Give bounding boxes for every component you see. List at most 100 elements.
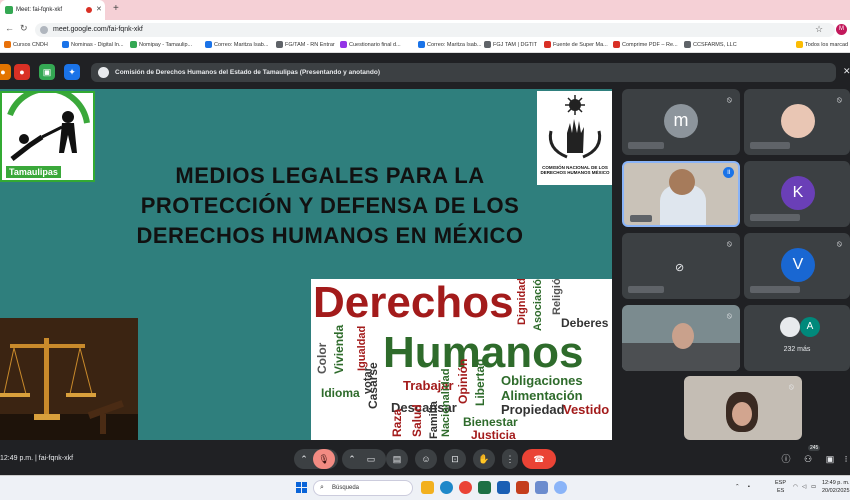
chevron-up-icon[interactable]: ⌃ <box>735 484 740 490</box>
leave-call-button[interactable]: ☎ <box>522 449 556 469</box>
meeting-info-icon[interactable]: ⓘ <box>778 449 794 469</box>
human-rights-word-cloud: Derechos Humanos Asociación Religión Dignida… <box>311 279 612 440</box>
clock-date[interactable]: 20/02/2025 <box>822 488 850 494</box>
app-icon-orange[interactable]: ● <box>0 64 11 80</box>
bookmark-label: Cuestionario final d... <box>349 41 401 48</box>
participant-tile[interactable]: ⦸ <box>622 305 740 371</box>
browser-tab-bar: Meet: fai-fqnk-xkf ✕ + <box>0 0 850 20</box>
meet-top-bar: ● ● ▣ ✦ Comisión de Derechos Humanos del… <box>0 58 850 86</box>
chat-icon[interactable]: ▣ <box>822 449 838 469</box>
bookmark-label: Correo: Maritza Isab... <box>214 41 269 48</box>
slide-title-line: DERECHOS HUMANOS EN MÉXICO <box>136 223 524 248</box>
bookmark-item[interactable]: FGJ TAM | DGTIT <box>484 41 537 48</box>
site-info-icon[interactable] <box>40 26 48 34</box>
participant-tile[interactable]: ⦸ <box>744 89 850 155</box>
camera-options-chevron-icon[interactable]: ⌃ <box>342 449 362 469</box>
clock-time[interactable]: 12:49 p. m. <box>822 480 850 486</box>
participant-tile[interactable]: ⦸ ⊘ <box>622 233 740 299</box>
participant-tile[interactable]: K <box>744 161 850 227</box>
wifi-icon[interactable]: ◠ <box>793 484 798 490</box>
bookmark-item[interactable]: Correo: Maritza Isab... <box>205 41 268 48</box>
word-cloud-word: Raza <box>390 408 404 437</box>
participant-avatar: m <box>664 104 698 138</box>
bookmark-item[interactable]: CCSFARMS, LLC <box>684 41 737 48</box>
word-cloud-word: Opinión <box>456 358 470 404</box>
bookmark-favicon-icon <box>62 41 69 48</box>
slide-title-line: PROTECCIÓN Y DEFENSA DE LOS <box>140 193 520 218</box>
bookmark-item[interactable]: Cursos CNDH <box>4 41 48 48</box>
bookmark-item[interactable]: Todos los marcad <box>796 41 848 48</box>
participant-name-blurred <box>628 286 664 293</box>
word-cloud-word: Color <box>315 342 329 374</box>
reload-icon[interactable]: ↻ <box>20 23 28 34</box>
excel-icon[interactable] <box>478 481 491 494</box>
presenter-icon <box>98 67 109 78</box>
participant-tile[interactable]: ⦸ V <box>744 233 850 299</box>
url-input[interactable]: meet.google.com/fai-fqnk-xkf <box>35 23 835 37</box>
file-explorer-icon[interactable] <box>421 481 434 494</box>
participant-name-blurred <box>750 286 800 293</box>
tray-app-icon[interactable]: ▪ <box>748 484 750 490</box>
scales-of-justice-icon <box>0 338 138 440</box>
bookmark-item[interactable]: Fuente de Super Ma... <box>544 41 608 48</box>
taskbar-search-input[interactable]: ⌕ Búsqueda <box>313 480 413 496</box>
word-cloud-word: Familia <box>428 401 440 439</box>
bookmark-label: Comprime PDF – Re... <box>622 41 678 48</box>
mic-options-chevron-icon[interactable]: ⌃ <box>294 449 314 469</box>
cedh-tamaulipas-logo: Tamaulipas <box>0 89 95 182</box>
back-arrow-icon[interactable]: ← <box>5 23 14 33</box>
bookmark-favicon-icon <box>205 41 212 48</box>
new-tab-button[interactable]: + <box>113 3 119 14</box>
active-speaker-tile[interactable]: ॥ <box>622 161 740 227</box>
mic-off-button[interactable]: 🎙 <box>313 449 335 469</box>
bookmark-item[interactable]: Nominas - Digital In... <box>62 41 124 48</box>
profile-avatar[interactable]: M <box>836 24 847 35</box>
app-icon-red[interactable]: ● <box>14 64 30 80</box>
word-cloud-word: Deberes <box>561 316 609 330</box>
battery-icon[interactable]: ▭ <box>811 484 816 490</box>
bookmark-item[interactable]: Nomipay - Tamaulip... <box>130 41 192 48</box>
people-icon[interactable]: ⚇ <box>800 449 816 469</box>
present-button[interactable]: ⊡ <box>444 449 466 469</box>
mic-off-icon: ⦸ <box>726 311 732 320</box>
raise-hand-button[interactable]: ✋ <box>473 449 495 469</box>
meeting-code: fai-fqnk-xkf <box>38 455 74 462</box>
bookmark-item[interactable]: Correo: Maritza Isab... <box>418 41 481 48</box>
captions-button[interactable]: ▤ <box>386 449 408 469</box>
emoji-button[interactable]: ☺ <box>415 449 437 469</box>
language-indicator[interactable]: ESP <box>775 480 786 486</box>
bookmark-star-icon[interactable]: ☆ <box>815 24 823 35</box>
activities-panel-icon[interactable]: ⁝ <box>840 449 850 469</box>
url-text: meet.google.com/fai-fqnk-xkf <box>53 26 143 33</box>
more-options-button[interactable]: ⋮ <box>502 449 518 469</box>
windows-start-icon[interactable] <box>296 482 308 494</box>
browser-tab[interactable]: Meet: fai-fqnk-xkf ✕ <box>0 0 105 20</box>
presentation-banner: Comisión de Derechos Humanos del Estado … <box>91 63 836 82</box>
bookmark-item[interactable]: Comprime PDF – Re... <box>613 41 678 48</box>
bookmark-item[interactable]: Cuestionario final d... <box>340 41 401 48</box>
edge-browser-icon[interactable] <box>440 481 453 494</box>
bookmark-favicon-icon <box>418 41 425 48</box>
app-icon-green[interactable]: ▣ <box>39 64 55 80</box>
camera-button[interactable]: ▭ <box>360 449 382 469</box>
more-participants-tile[interactable]: A 232 más <box>744 305 850 371</box>
app-icon[interactable] <box>535 481 548 494</box>
close-tab-icon[interactable]: ✕ <box>96 5 102 13</box>
self-view-tile[interactable]: ⦸ <box>684 376 802 440</box>
activities-icon[interactable]: ✦ <box>64 64 80 80</box>
justice-scales-image <box>0 318 138 440</box>
participant-grid: ⦸ m ⦸ ॥ K ⦸ ⊘ ⦸ V ⦸ A 232 más ⦸ <box>620 89 850 440</box>
participant-avatar: K <box>781 176 815 210</box>
bookmark-favicon-icon <box>613 41 620 48</box>
app-icon[interactable] <box>554 481 567 494</box>
expand-icon[interactable]: ✕ <box>843 66 850 77</box>
participant-tile[interactable]: ⦸ m <box>622 89 740 155</box>
self-face-blurred <box>732 402 752 426</box>
word-icon[interactable] <box>497 481 510 494</box>
word-cloud-word: Nacionalidad <box>440 368 452 437</box>
bookmark-item[interactable]: FG/TAM - RN Entrar <box>276 41 335 48</box>
participant-photo-avatar <box>781 104 815 138</box>
chrome-browser-icon[interactable] <box>459 481 472 494</box>
powerpoint-icon[interactable] <box>516 481 529 494</box>
volume-icon[interactable]: ◁ <box>802 484 806 490</box>
